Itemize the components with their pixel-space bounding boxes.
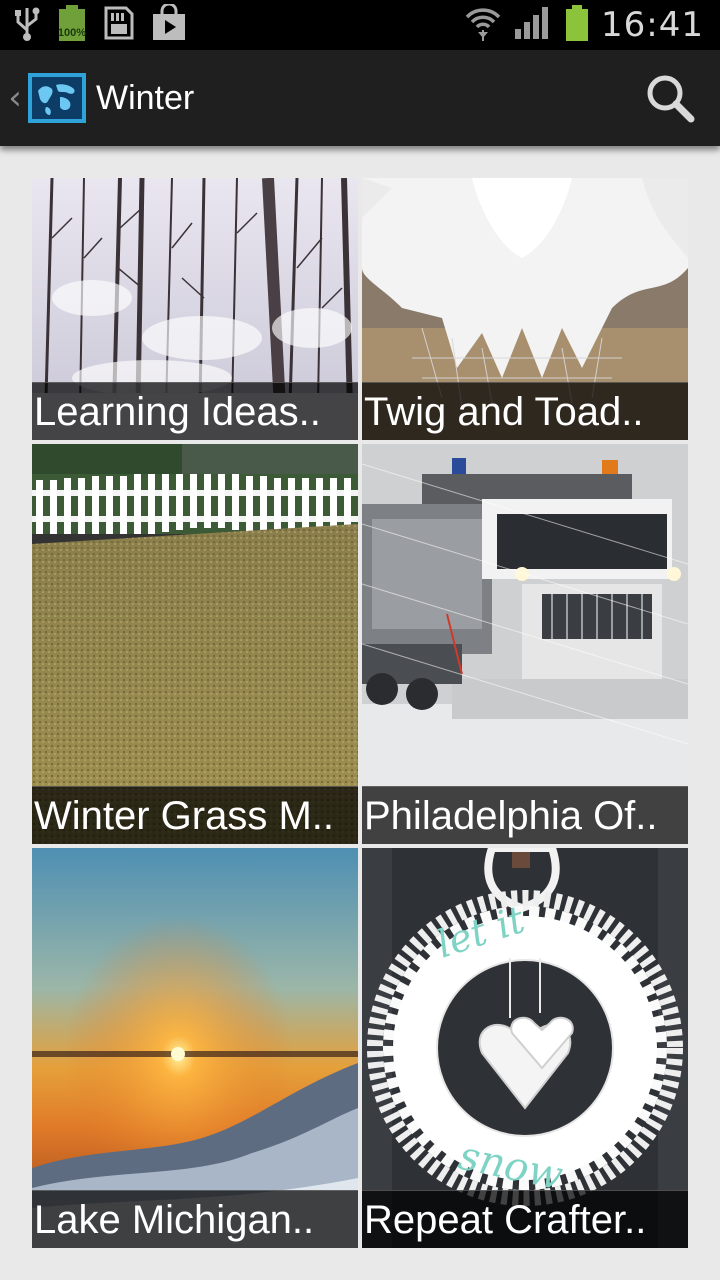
crochet-wreath-image: let it snow — [362, 848, 688, 1248]
tile-caption: Philadelphia Of.. — [362, 786, 688, 844]
globe-icon — [28, 73, 86, 123]
page-title: Winter — [96, 79, 195, 117]
tile-caption: Winter Grass M.. — [32, 786, 358, 844]
grid-tile[interactable]: Winter Grass M.. — [32, 444, 358, 844]
usb-icon — [12, 4, 42, 47]
battery-full-icon: 100% — [56, 3, 88, 48]
up-navigation-button[interactable]: ‹ — [4, 50, 96, 146]
grid-tile[interactable]: Lake Michigan.. — [32, 848, 358, 1248]
grid-tile[interactable]: let it snow Repeat Crafter.. — [362, 848, 688, 1248]
grid-tile[interactable]: Twig and Toad.. — [362, 178, 688, 440]
play-store-icon — [150, 2, 188, 47]
notification-icons: 100% — [12, 2, 188, 47]
search-icon — [647, 75, 695, 123]
chevron-left-icon: ‹ — [8, 78, 22, 118]
sd-card-icon — [102, 4, 136, 47]
battery-charging-icon — [563, 3, 591, 48]
search-button[interactable] — [644, 72, 696, 124]
wifi-icon — [463, 3, 503, 48]
grid-tile[interactable]: Philadelphia Of.. — [362, 444, 688, 844]
board-grid: Learning Ideas.. Twig and Toad.. Winter … — [32, 178, 688, 1248]
system-icons: 16:41 — [463, 0, 704, 50]
signal-icon — [513, 5, 553, 46]
clock: 16:41 — [601, 5, 704, 45]
grid-tile[interactable]: Learning Ideas.. — [32, 178, 358, 440]
tile-caption: Learning Ideas.. — [32, 382, 358, 440]
tile-caption: Lake Michigan.. — [32, 1190, 358, 1248]
lake-sunrise-image — [32, 848, 358, 1248]
battery-percent-label: 100% — [57, 26, 87, 39]
status-bar: 100% 16:41 — [0, 0, 720, 50]
action-bar: ‹ Winter — [0, 50, 720, 146]
winter-grass-image — [32, 444, 358, 844]
tile-caption: Twig and Toad.. — [362, 382, 688, 440]
tile-caption: Repeat Crafter.. — [362, 1190, 688, 1248]
snow-plow-image — [362, 444, 688, 844]
